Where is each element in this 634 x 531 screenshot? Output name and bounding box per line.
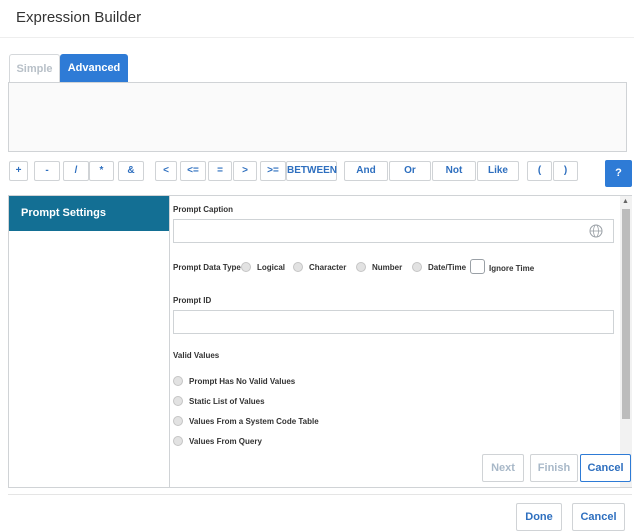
data-type-logical-label: Logical [257,263,286,272]
valid-values-query-label: Values From Query [189,437,262,446]
operator-like-button[interactable]: Like [477,161,519,181]
prompt-data-type-label: Prompt Data Type [173,263,241,272]
operator-and-button[interactable]: And [344,161,388,181]
expression-editor[interactable] [8,82,627,152]
left-nav: Prompt Settings [9,196,170,487]
valid-values-label: Valid Values [173,351,220,360]
valid-values-static-radio[interactable] [173,396,183,406]
valid-values-none-label: Prompt Has No Valid Values [189,377,296,386]
scrollbar-thumb[interactable] [622,209,630,419]
footer-divider [8,494,632,495]
wizard-cancel-button[interactable]: Cancel [580,454,631,482]
data-type-character-radio[interactable] [293,262,303,272]
valid-values-query-radio[interactable] [173,436,183,446]
data-type-datetime-label: Date/Time [428,263,467,272]
prompt-panel: Prompt Settings Prompt Caption Prompt Da… [8,195,632,488]
prompt-caption-input[interactable] [173,219,614,243]
next-button[interactable]: Next [482,454,524,482]
operator-plus-button[interactable]: + [9,161,28,181]
operator-between-button[interactable]: BETWEEN [286,161,337,181]
prompt-id-label: Prompt ID [173,296,212,305]
done-button[interactable]: Done [516,503,562,531]
operator-multiply-button[interactable]: * [89,161,114,181]
tab-advanced[interactable]: Advanced [60,54,128,82]
finish-button[interactable]: Finish [530,454,578,482]
scroll-up-icon[interactable]: ▲ [622,198,629,205]
data-type-datetime-radio[interactable] [412,262,422,272]
operator-greater-than-button[interactable]: > [233,161,257,181]
valid-values-none-radio[interactable] [173,376,183,386]
title-divider [0,37,634,38]
data-type-character-label: Character [309,263,347,272]
dialog-cancel-button[interactable]: Cancel [572,503,625,531]
operator-equals-button[interactable]: = [208,161,232,181]
data-type-number-radio[interactable] [356,262,366,272]
valid-values-static-label: Static List of Values [189,397,265,406]
operator-or-button[interactable]: Or [389,161,431,181]
operator-minus-button[interactable]: - [34,161,60,181]
dialog-title: Expression Builder [16,9,142,26]
operator-divide-button[interactable]: / [63,161,89,181]
operator-concat-button[interactable]: & [118,161,144,181]
tab-simple[interactable]: Simple [9,54,60,82]
ignore-time-label: Ignore Time [489,264,535,273]
prompt-caption-label: Prompt Caption [173,205,233,214]
help-button[interactable]: ? [605,160,632,187]
nav-item-prompt-settings[interactable]: Prompt Settings [9,196,169,231]
operator-less-equal-button[interactable]: <= [180,161,206,181]
valid-values-system-code-label: Values From a System Code Table [189,417,319,426]
valid-values-system-code-radio[interactable] [173,416,183,426]
operator-open-paren-button[interactable]: ( [527,161,552,181]
operator-not-button[interactable]: Not [432,161,476,181]
data-type-number-label: Number [372,263,403,272]
operator-less-than-button[interactable]: < [155,161,177,181]
prompt-id-input[interactable] [173,310,614,334]
data-type-logical-radio[interactable] [241,262,251,272]
operator-greater-equal-button[interactable]: >= [260,161,286,181]
globe-icon[interactable] [589,224,603,238]
vertical-scrollbar[interactable]: ▲ ▼ [620,196,632,487]
ignore-time-checkbox[interactable] [470,259,485,274]
operator-close-paren-button[interactable]: ) [553,161,578,181]
